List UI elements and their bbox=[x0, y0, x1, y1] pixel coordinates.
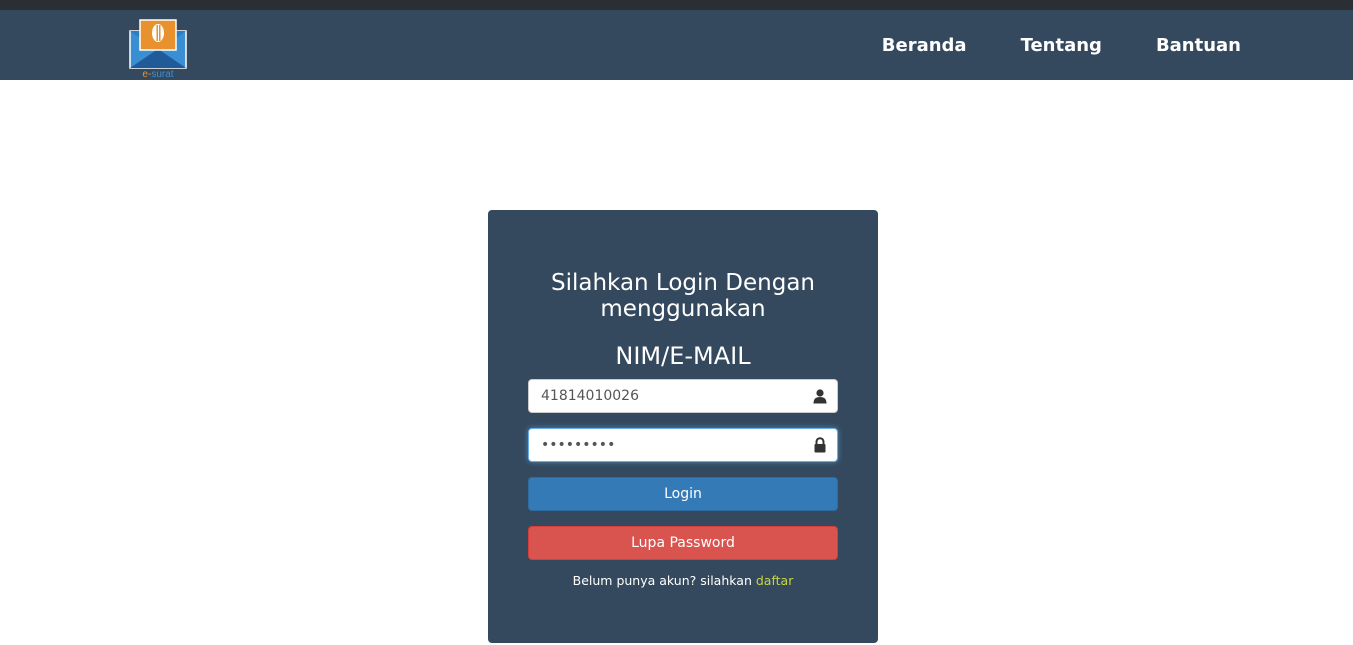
lock-icon bbox=[814, 437, 826, 453]
forgot-password-button[interactable]: Lupa Password bbox=[528, 526, 838, 560]
logo-text-surat: surat bbox=[151, 69, 174, 80]
nav-tentang[interactable]: Tentang bbox=[1021, 35, 1102, 56]
login-subtitle: NIM/E-MAIL bbox=[615, 342, 751, 370]
login-card: Silahkan Login Dengan menggunakan NIM/E-… bbox=[488, 210, 878, 643]
logo-text-e: e- bbox=[142, 69, 152, 80]
login-title: Silahkan Login Dengan menggunakan bbox=[550, 270, 816, 322]
password-field[interactable] bbox=[528, 428, 838, 462]
register-prompt-text: Belum punya akun? silahkan bbox=[572, 573, 752, 588]
register-link[interactable]: daftar bbox=[756, 573, 793, 588]
login-button[interactable]: Login bbox=[528, 477, 838, 511]
username-input[interactable] bbox=[529, 380, 811, 412]
nav-beranda[interactable]: Beranda bbox=[882, 35, 967, 56]
e-surat-logo[interactable]: e-surat bbox=[129, 19, 187, 81]
browser-top-strip bbox=[0, 0, 1353, 10]
user-icon bbox=[813, 389, 827, 404]
envelope-logo-icon bbox=[129, 19, 187, 69]
password-input[interactable] bbox=[529, 429, 811, 461]
logo-wordmark: e-surat bbox=[129, 69, 187, 81]
nav-bantuan[interactable]: Bantuan bbox=[1156, 35, 1241, 56]
nav-menu: Beranda Tentang Bantuan bbox=[828, 10, 1241, 80]
register-prompt: Belum punya akun? silahkan daftar bbox=[488, 573, 878, 588]
username-field[interactable] bbox=[528, 379, 838, 413]
